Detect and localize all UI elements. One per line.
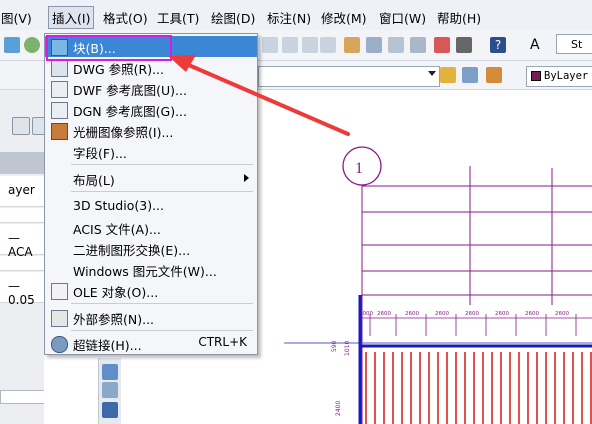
annotation-arrow — [168, 55, 350, 136]
